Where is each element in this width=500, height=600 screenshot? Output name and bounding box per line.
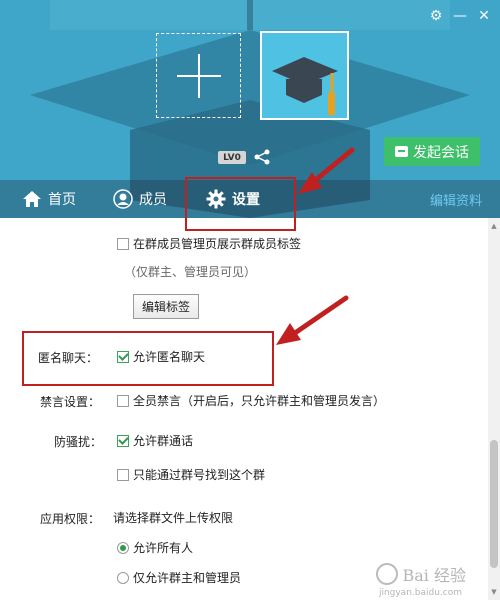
checkbox-box — [117, 237, 129, 250]
mute-all-label: 全员禁言（开启后，只允许群主和管理员发言） — [133, 394, 386, 408]
chat-icon — [395, 146, 408, 157]
close-icon[interactable]: ✕ — [474, 6, 494, 26]
anti-harass-label: 防骚扰： — [54, 435, 103, 449]
owner-admin-only-label: 仅允许群主和管理员 — [133, 571, 242, 585]
settings-tab-highlight — [185, 177, 296, 231]
tab-home-label: 首页 — [48, 192, 76, 208]
app-permission-label: 应用权限： — [40, 512, 101, 526]
tab-members[interactable]: 成员 — [113, 180, 167, 218]
anonymous-chat-highlight — [22, 331, 274, 386]
allow-group-call-checkbox[interactable]: 允许群通话 — [117, 432, 193, 449]
radio-checked — [117, 541, 129, 554]
watermark-subtext: jingyan.baidu.com — [378, 588, 462, 598]
mute-settings-label: 禁言设置： — [40, 395, 101, 409]
baidu-watermark: Bai 经验 — [376, 562, 466, 586]
scroll-down-icon[interactable]: ▼ — [490, 588, 498, 596]
checkbox-box — [117, 468, 129, 481]
mute-all-checkbox[interactable]: 全员禁言（开启后，只允许群主和管理员发言） — [117, 392, 385, 409]
show-member-tag-label: 在群成员管理页展示群成员标签 — [133, 237, 302, 251]
watermark-text: Bai 经验 — [402, 566, 466, 585]
find-by-number-only-checkbox[interactable]: 只能通过群号找到这个群 — [117, 466, 265, 483]
radio-unchecked — [117, 571, 129, 584]
paw-icon — [376, 563, 399, 585]
scroll-thumb[interactable] — [490, 440, 498, 568]
skin-icon[interactable]: ⚙ — [426, 6, 446, 26]
allow-everyone-radio[interactable]: 允许所有人 — [117, 539, 193, 556]
tab-home[interactable]: 首页 — [22, 180, 76, 218]
app-permission-description: 请选择群文件上传权限 — [113, 511, 234, 525]
edit-tag-button[interactable]: 编辑标签 — [133, 294, 199, 319]
vertical-scrollbar[interactable]: ▲ ▼ — [488, 218, 500, 600]
owner-admin-only-radio[interactable]: 仅允许群主和管理员 — [117, 569, 241, 586]
start-chat-label: 发起会话 — [413, 144, 469, 161]
start-chat-button[interactable]: 发起会话 — [384, 137, 480, 166]
allow-everyone-label: 允许所有人 — [133, 541, 194, 555]
group-avatar[interactable] — [260, 31, 349, 120]
scroll-up-icon[interactable]: ▲ — [490, 222, 498, 230]
visibility-hint: （仅群主、管理员可见） — [124, 265, 257, 279]
graduation-cap-icon — [262, 33, 347, 118]
share-icon[interactable] — [253, 148, 271, 166]
edit-profile-link[interactable]: 编辑资料 — [430, 180, 482, 218]
level-badge: LV0 — [218, 151, 246, 164]
allow-group-call-label: 允许群通话 — [133, 434, 194, 448]
checkbox-box — [117, 394, 129, 407]
show-member-tag-checkbox[interactable]: 在群成员管理页展示群成员标签 — [117, 235, 301, 252]
plus-icon — [176, 53, 221, 98]
home-icon — [23, 191, 41, 207]
minimize-icon[interactable]: — — [450, 6, 470, 26]
user-icon — [113, 189, 133, 209]
find-by-number-only-label: 只能通过群号找到这个群 — [133, 468, 266, 482]
settings-panel: 在群成员管理页展示群成员标签 （仅群主、管理员可见） 编辑标签 匿名聊天： 允许… — [0, 218, 488, 600]
tab-members-label: 成员 — [139, 192, 167, 208]
checkbox-box-checked — [117, 434, 129, 447]
add-avatar-button[interactable] — [156, 33, 241, 118]
